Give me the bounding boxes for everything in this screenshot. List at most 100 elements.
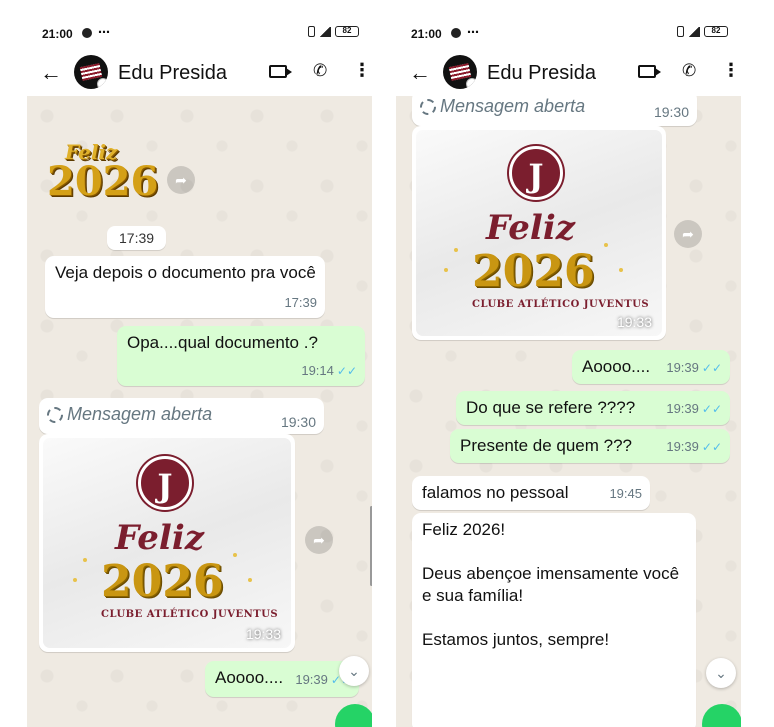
menu-icon[interactable]: ⋮	[722, 60, 740, 81]
forward-icon[interactable]: ➦	[167, 166, 195, 194]
incoming-message[interactable]: falamos no pessoal 19:45	[412, 476, 650, 510]
message-text-line: Estamos juntos, sempre!	[422, 630, 610, 649]
message-text: falamos no pessoal	[422, 483, 569, 502]
left-phone-screen: 21:00 ⋯ 82 ← Edu Presida ✆ ⋮ Feliz 2026 …	[22, 0, 377, 727]
image-feliz-text: Feliz	[115, 518, 205, 558]
message-timestamp: 17:39	[107, 226, 167, 250]
back-arrow-icon[interactable]: ←	[40, 60, 62, 86]
chat-area[interactable]: Feliz 2026 ➦ 17:39 Veja depois o documen…	[27, 96, 372, 727]
sparkle	[248, 578, 252, 582]
image-time: 19:33	[245, 626, 281, 642]
message-text: Do que se refere ????	[466, 398, 636, 417]
signal-icon	[688, 26, 700, 37]
more-notifications-icon: ⋯	[467, 25, 480, 39]
image-feliz-text: Feliz	[486, 208, 576, 248]
club-logo: J	[138, 456, 192, 510]
voice-call-icon[interactable]: ✆	[682, 61, 696, 81]
scrollbar[interactable]	[370, 506, 372, 586]
read-ticks-icon: ✓✓	[336, 364, 357, 378]
incoming-message[interactable]: Feliz 2026! Deus abençoe imensamente voc…	[412, 513, 696, 727]
avatar-badge	[97, 78, 108, 89]
battery-icon: 82	[704, 26, 728, 37]
sparkle	[619, 268, 623, 272]
sparkle	[233, 553, 237, 557]
notification-icon	[82, 28, 92, 38]
scroll-down-icon[interactable]: ⌄	[706, 658, 736, 688]
sparkle	[604, 243, 608, 247]
outgoing-message[interactable]: Presente de quem ??? 19:39 ✓✓	[450, 429, 730, 463]
message-time: 19:30	[653, 104, 689, 120]
message-time: 19:14	[301, 363, 334, 378]
sparkle	[444, 268, 448, 272]
view-once-message[interactable]: Mensagem aberta 19:30	[412, 96, 697, 126]
message-time: 19:39	[666, 401, 699, 416]
image-message[interactable]: J Feliz 2026 CLUBE ATLÉTICO JUVENTUS 19:…	[39, 434, 295, 652]
incoming-message[interactable]: Veja depois o documento pra você 17:39	[45, 256, 325, 318]
status-bar: 21:00 ⋯ 82	[391, 0, 746, 41]
voice-call-icon[interactable]: ✆	[313, 61, 327, 81]
outgoing-message[interactable]: Aoooo.... 19:39 ✓✓	[205, 661, 359, 697]
chat-header: ← Edu Presida ✆ ⋮	[391, 52, 746, 98]
read-ticks-icon: ✓✓	[701, 440, 722, 454]
message-text: Presente de quem ???	[460, 436, 633, 455]
sticker-year-text: 2026	[47, 158, 159, 205]
image-time: 19:33	[616, 314, 652, 330]
message-time: 19:39	[666, 360, 699, 375]
avatar-badge	[466, 78, 477, 89]
forward-icon[interactable]: ➦	[305, 526, 333, 554]
video-call-icon[interactable]	[638, 65, 661, 78]
message-time: 19:45	[609, 486, 642, 501]
status-bar: 21:00 ⋯ 82	[22, 0, 377, 41]
view-once-label: Mensagem aberta	[67, 404, 213, 424]
avatar[interactable]	[443, 55, 477, 89]
mic-button[interactable]	[702, 704, 741, 727]
message-meta: 19:14 ✓✓	[301, 360, 357, 382]
chat-area[interactable]: Mensagem aberta 19:30 J Feliz 2026 CLUBE…	[396, 96, 741, 727]
image-year-text: 2026	[101, 556, 224, 607]
sparkle	[83, 558, 87, 562]
notification-icon	[451, 28, 461, 38]
contact-name[interactable]: Edu Presida	[487, 62, 596, 85]
outgoing-message[interactable]: Do que se refere ???? 19:39 ✓✓	[456, 391, 730, 425]
message-text: Veja depois o documento pra você	[55, 263, 316, 282]
vibrate-icon	[677, 26, 684, 37]
chat-header: ← Edu Presida ✆ ⋮	[22, 52, 377, 98]
read-ticks-icon: ✓✓	[701, 361, 722, 375]
scroll-down-icon[interactable]: ⌄	[339, 656, 369, 686]
message-meta: 19:39 ✓✓	[666, 357, 722, 379]
view-once-label: Mensagem aberta	[440, 96, 586, 116]
status-time: 21:00	[42, 27, 73, 41]
message-text: Aoooo....	[215, 668, 284, 687]
sparkle	[454, 248, 458, 252]
message-text-line: Feliz 2026!	[422, 520, 506, 539]
view-once-icon	[47, 407, 63, 423]
outgoing-message[interactable]: Aoooo.... 19:39 ✓✓	[572, 350, 730, 384]
outgoing-message[interactable]: Opa....qual documento .? 19:14 ✓✓	[117, 326, 365, 386]
right-phone-screen: 21:00 ⋯ 82 ← Edu Presida ✆ ⋮ Mensagem ab…	[391, 0, 746, 727]
message-time: 19:39	[295, 672, 328, 687]
image-year-text: 2026	[472, 246, 595, 297]
contact-name[interactable]: Edu Presida	[118, 62, 227, 85]
mic-button[interactable]	[335, 704, 372, 727]
menu-icon[interactable]: ⋮	[353, 60, 371, 81]
status-time: 21:00	[411, 27, 442, 41]
message-time: 17:39	[284, 295, 317, 310]
sparkle	[73, 578, 77, 582]
message-meta: 19:39 ✓✓	[666, 436, 722, 458]
status-icons: 82	[677, 26, 728, 37]
avatar[interactable]	[74, 55, 108, 89]
message-text: Aoooo....	[582, 357, 651, 376]
video-call-icon[interactable]	[269, 65, 292, 78]
battery-icon: 82	[335, 26, 359, 37]
view-once-icon	[420, 99, 436, 115]
message-text-line: Deus abençoe imensamente você e sua famí…	[422, 564, 680, 605]
status-icons: 82	[308, 26, 359, 37]
view-once-message[interactable]: Mensagem aberta 19:30	[39, 398, 324, 434]
sticker-feliz-2026[interactable]: Feliz 2026	[47, 140, 159, 205]
signal-icon	[319, 26, 331, 37]
message-meta: 19:39 ✓✓	[666, 398, 722, 420]
forward-icon[interactable]: ➦	[674, 220, 702, 248]
image-message[interactable]: J Feliz 2026 CLUBE ATLÉTICO JUVENTUS 19:…	[412, 126, 666, 340]
back-arrow-icon[interactable]: ←	[409, 60, 431, 86]
feliz-2026-image: J Feliz 2026 CLUBE ATLÉTICO JUVENTUS 19:…	[43, 438, 291, 648]
